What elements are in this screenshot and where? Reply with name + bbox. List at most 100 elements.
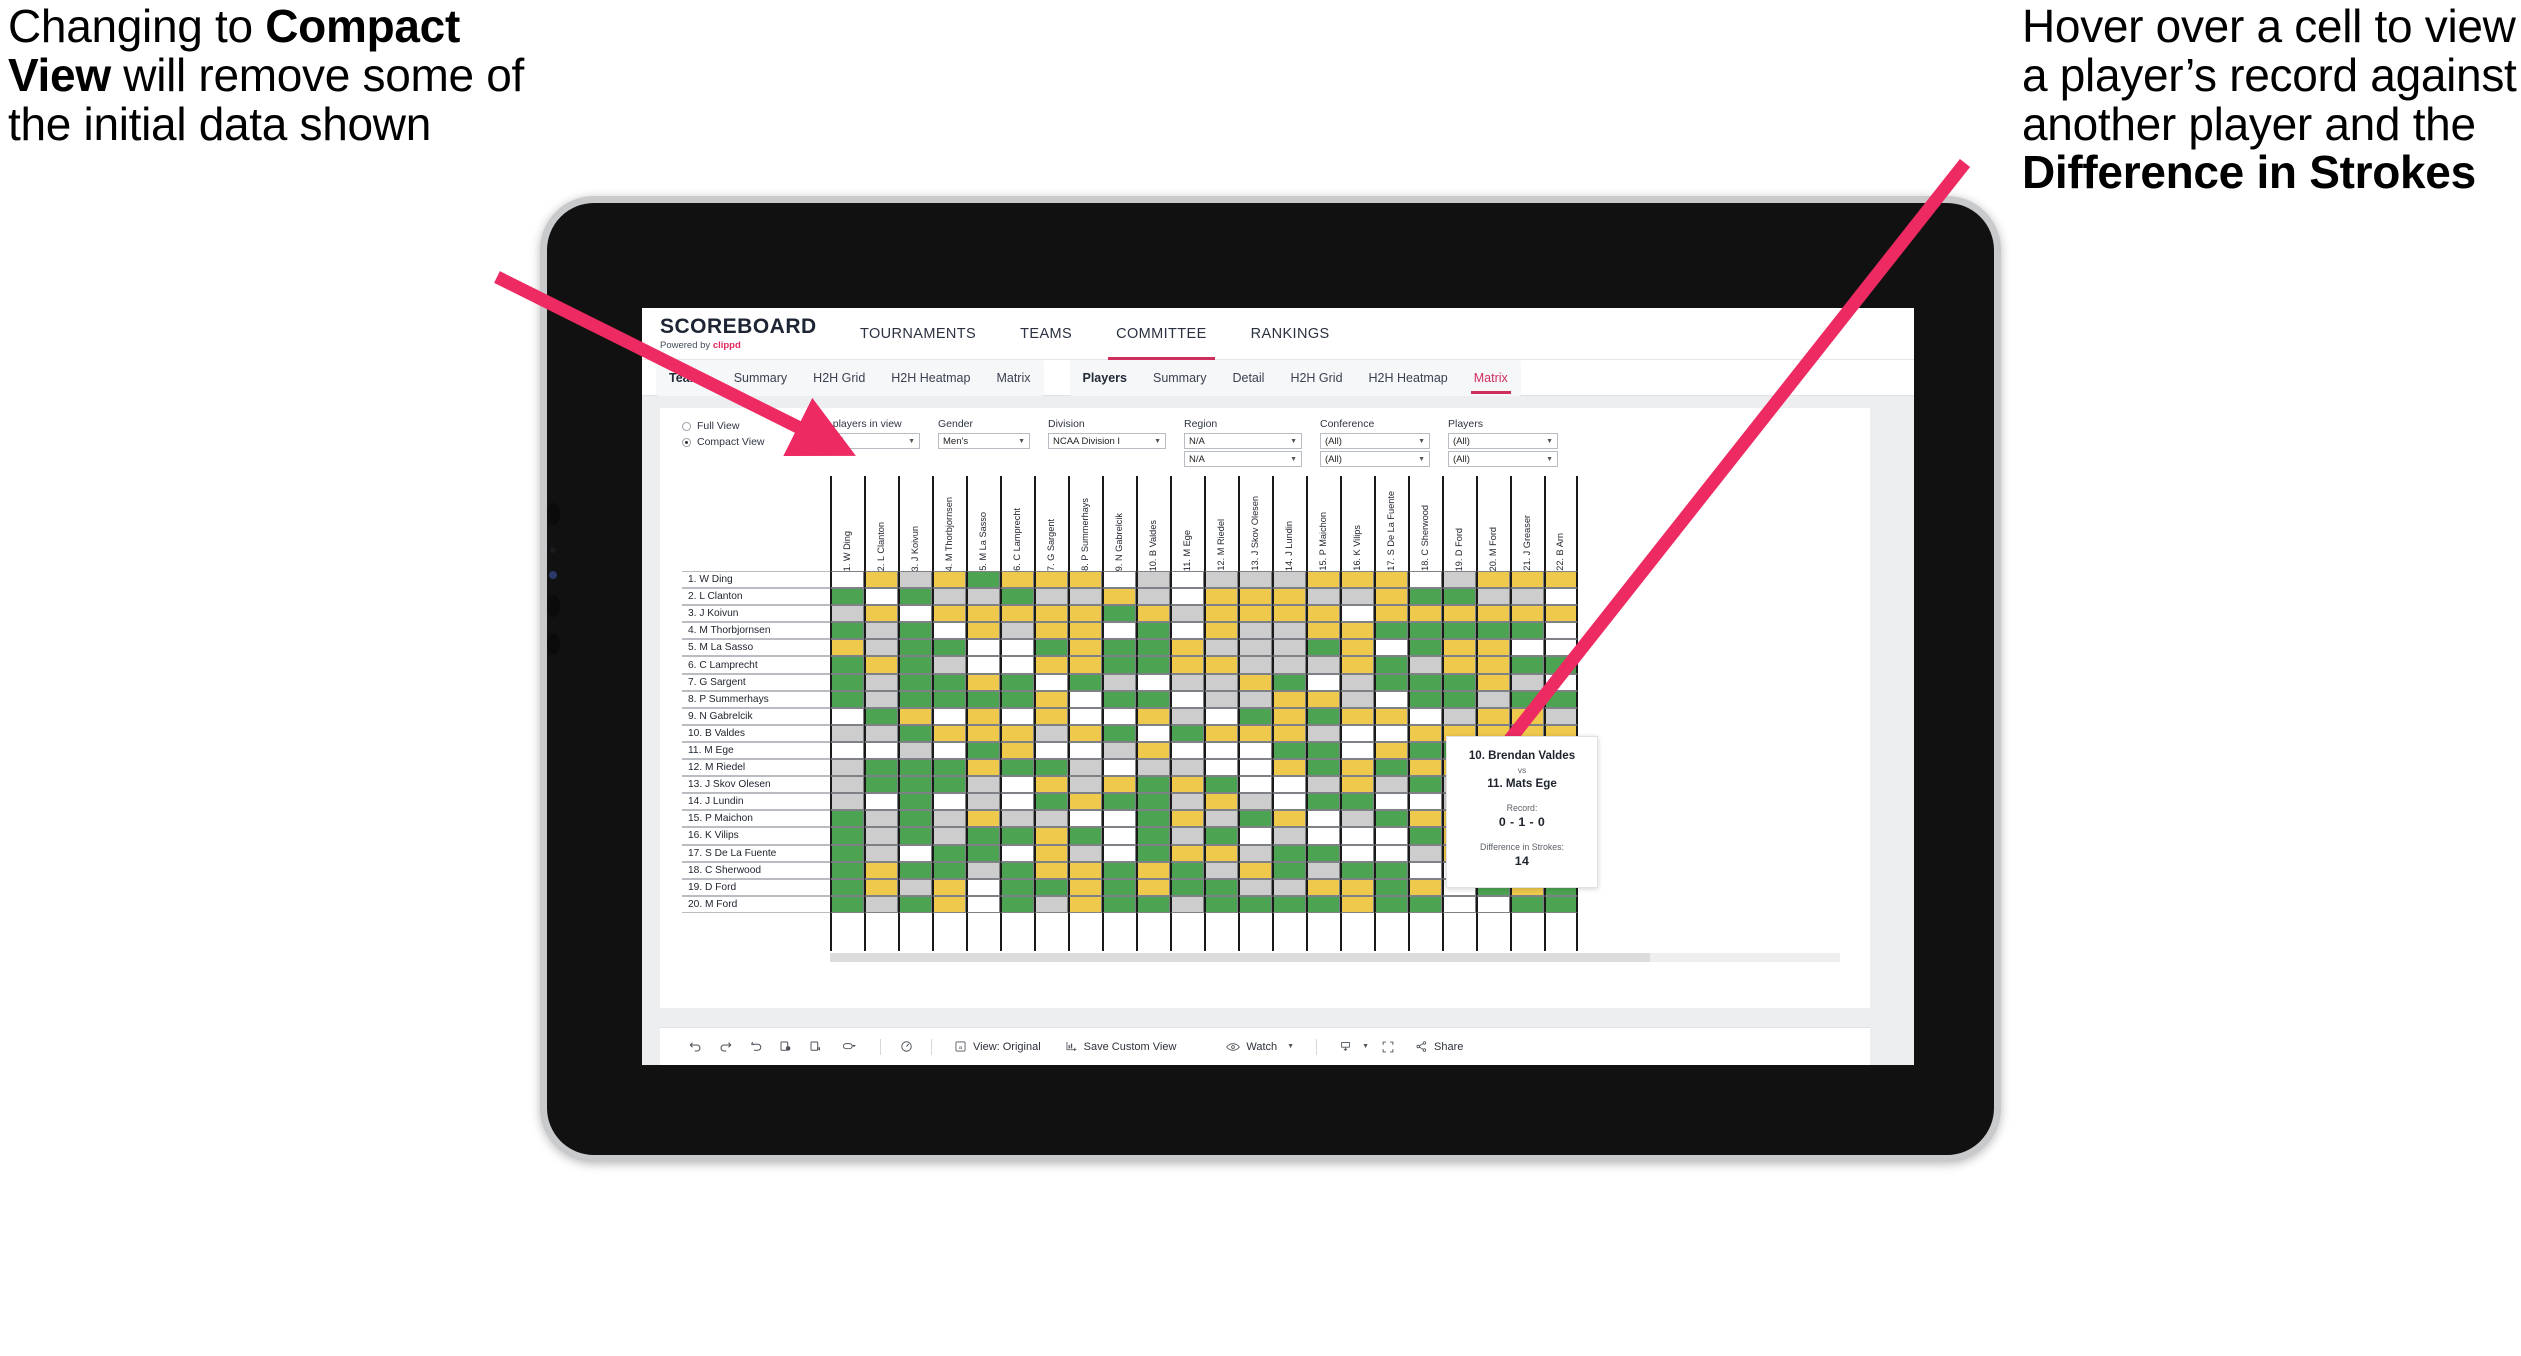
matrix-cell[interactable] bbox=[1068, 605, 1102, 623]
matrix-cell[interactable] bbox=[966, 605, 1000, 623]
matrix-cell[interactable] bbox=[830, 707, 864, 725]
matrix-cell[interactable] bbox=[1102, 673, 1136, 691]
matrix-cell[interactable] bbox=[1408, 588, 1442, 606]
matrix-cell[interactable] bbox=[1408, 759, 1442, 777]
matrix-cell[interactable] bbox=[864, 878, 898, 896]
matrix-cell[interactable] bbox=[864, 673, 898, 691]
matrix-cell[interactable] bbox=[1544, 622, 1578, 640]
matrix-cell[interactable] bbox=[1000, 588, 1034, 606]
matrix-cell[interactable] bbox=[1340, 707, 1374, 725]
matrix-cell[interactable] bbox=[1000, 759, 1034, 777]
matrix-cell[interactable] bbox=[830, 673, 864, 691]
matrix-cell[interactable] bbox=[1238, 827, 1272, 845]
matrix-cell[interactable] bbox=[1544, 571, 1578, 589]
matrix-col-header[interactable]: 6. C Lamprecht bbox=[1000, 476, 1034, 571]
matrix-cell[interactable] bbox=[1340, 690, 1374, 708]
matrix-cell[interactable] bbox=[966, 571, 1000, 589]
matrix-cell[interactable] bbox=[898, 895, 932, 913]
matrix-cell[interactable] bbox=[898, 707, 932, 725]
matrix-cell[interactable] bbox=[1476, 707, 1510, 725]
matrix-cell[interactable] bbox=[1000, 827, 1034, 845]
pan-mode-icon[interactable] bbox=[830, 1032, 870, 1062]
matrix-cell[interactable] bbox=[1442, 690, 1476, 708]
matrix-cell[interactable] bbox=[1442, 605, 1476, 623]
matrix-cell[interactable] bbox=[1068, 861, 1102, 879]
matrix-cell[interactable] bbox=[1068, 656, 1102, 674]
matrix-row-header[interactable]: 10. B Valdes bbox=[682, 724, 830, 742]
matrix-cell[interactable] bbox=[898, 810, 932, 828]
matrix-cell[interactable] bbox=[1102, 776, 1136, 794]
matrix-cell[interactable] bbox=[1408, 878, 1442, 896]
matrix-cell[interactable] bbox=[1068, 878, 1102, 896]
matrix-cell[interactable] bbox=[1068, 895, 1102, 913]
matrix-cell[interactable] bbox=[1204, 605, 1238, 623]
filter-gender-select[interactable]: Men’s ▼ bbox=[938, 433, 1030, 449]
matrix-cell[interactable] bbox=[1272, 895, 1306, 913]
matrix-cell[interactable] bbox=[1034, 571, 1068, 589]
matrix-cell[interactable] bbox=[1374, 571, 1408, 589]
matrix-cell[interactable] bbox=[1340, 895, 1374, 913]
matrix-cell[interactable] bbox=[1102, 878, 1136, 896]
matrix-cell[interactable] bbox=[966, 844, 1000, 862]
matrix-cell[interactable] bbox=[1238, 571, 1272, 589]
matrix-cell[interactable] bbox=[1034, 622, 1068, 640]
matrix-cell[interactable] bbox=[966, 827, 1000, 845]
matrix-cell[interactable] bbox=[1544, 690, 1578, 708]
matrix-cell[interactable] bbox=[1374, 639, 1408, 657]
undo-icon[interactable] bbox=[680, 1032, 710, 1062]
matrix-cell[interactable] bbox=[1170, 673, 1204, 691]
matrix-cell[interactable] bbox=[1476, 622, 1510, 640]
matrix-cell[interactable] bbox=[898, 793, 932, 811]
matrix-cell[interactable] bbox=[1068, 810, 1102, 828]
matrix-cell[interactable] bbox=[1102, 895, 1136, 913]
matrix-cell[interactable] bbox=[1510, 707, 1544, 725]
matrix-cell[interactable] bbox=[1476, 639, 1510, 657]
matrix-cell[interactable] bbox=[1068, 776, 1102, 794]
matrix-cell[interactable] bbox=[1068, 707, 1102, 725]
matrix-cell[interactable] bbox=[830, 622, 864, 640]
filter-players-select-1[interactable]: (All) ▼ bbox=[1448, 433, 1558, 449]
matrix-cell[interactable] bbox=[898, 878, 932, 896]
refresh-data-icon[interactable] bbox=[770, 1032, 800, 1062]
matrix-cell[interactable] bbox=[1272, 571, 1306, 589]
matrix-row-header[interactable]: 3. J Koivun bbox=[682, 605, 830, 623]
matrix-cell[interactable] bbox=[1374, 673, 1408, 691]
matrix-cell[interactable] bbox=[830, 878, 864, 896]
matrix-cell[interactable] bbox=[1204, 622, 1238, 640]
matrix-cell[interactable] bbox=[1136, 810, 1170, 828]
matrix-cell[interactable] bbox=[1340, 878, 1374, 896]
matrix-cell[interactable] bbox=[1000, 793, 1034, 811]
matrix-cell[interactable] bbox=[864, 895, 898, 913]
matrix-cell[interactable] bbox=[966, 724, 1000, 742]
matrix-cell[interactable] bbox=[1136, 639, 1170, 657]
matrix-cell[interactable] bbox=[1544, 588, 1578, 606]
matrix-cell[interactable] bbox=[864, 844, 898, 862]
matrix-cell[interactable] bbox=[1272, 776, 1306, 794]
matrix-cell[interactable] bbox=[1000, 571, 1034, 589]
matrix-cell[interactable] bbox=[932, 571, 966, 589]
matrix-cell[interactable] bbox=[1238, 776, 1272, 794]
matrix-cell[interactable] bbox=[1408, 673, 1442, 691]
matrix-cell[interactable] bbox=[1272, 759, 1306, 777]
matrix-cell[interactable] bbox=[1408, 861, 1442, 879]
save-custom-view-button[interactable]: Save Custom View bbox=[1053, 1040, 1189, 1053]
matrix-cell[interactable] bbox=[932, 793, 966, 811]
matrix-cell[interactable] bbox=[1476, 656, 1510, 674]
matrix-cell[interactable] bbox=[1340, 588, 1374, 606]
matrix-cell[interactable] bbox=[864, 605, 898, 623]
matrix-cell[interactable] bbox=[1136, 878, 1170, 896]
matrix-row-header[interactable]: 8. P Summerhays bbox=[682, 690, 830, 708]
matrix-cell[interactable] bbox=[1170, 827, 1204, 845]
matrix-row-header[interactable]: 1. W Ding bbox=[682, 571, 830, 589]
tab-players-matrix[interactable]: Matrix bbox=[1461, 360, 1521, 396]
matrix-col-header[interactable]: 17. S De La Fuente bbox=[1374, 476, 1408, 571]
matrix-row-header[interactable]: 20. M Ford bbox=[682, 895, 830, 913]
matrix-cell[interactable] bbox=[966, 776, 1000, 794]
matrix-cell[interactable] bbox=[864, 571, 898, 589]
matrix-cell[interactable] bbox=[1204, 810, 1238, 828]
matrix-cell[interactable] bbox=[1544, 639, 1578, 657]
download-button[interactable]: ▼ bbox=[1327, 1040, 1373, 1053]
matrix-cell[interactable] bbox=[898, 656, 932, 674]
matrix-cell[interactable] bbox=[1238, 605, 1272, 623]
filter-players-select-2[interactable]: (All) ▼ bbox=[1448, 451, 1558, 467]
